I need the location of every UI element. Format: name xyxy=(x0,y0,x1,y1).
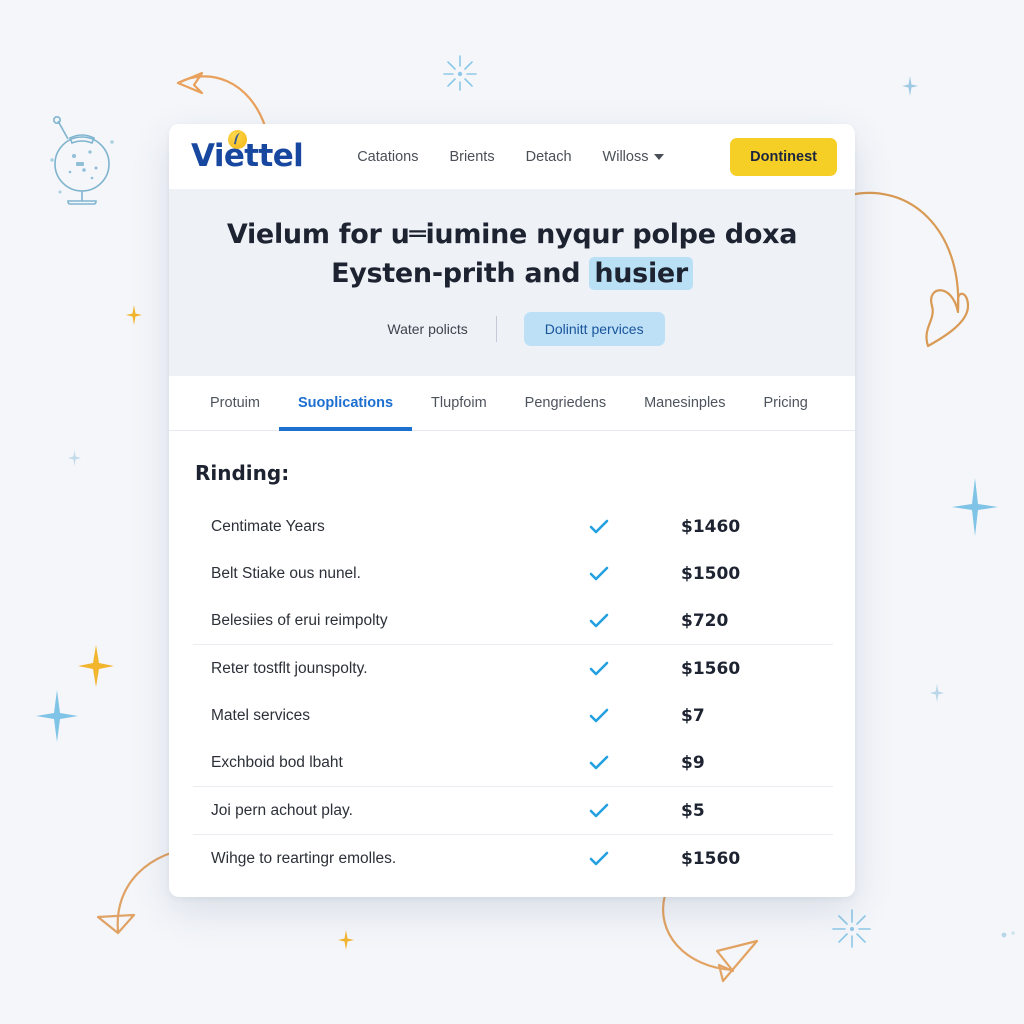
page-title-line-1: Vielum for u═iumine nyqur polpe doxa xyxy=(226,219,798,250)
nav-link-willoss[interactable]: Willoss xyxy=(603,149,665,165)
nav-link-catations[interactable]: Catations xyxy=(357,149,418,165)
globe-illustration xyxy=(50,116,114,205)
check-icon xyxy=(589,708,681,724)
tab-pengriedens[interactable]: Pengriedens xyxy=(506,376,625,431)
feature-group: Wihge to reartingr emolles. $1560 Neeves… xyxy=(193,834,833,897)
brand-name: Viettel xyxy=(191,138,304,174)
star-right-upper xyxy=(952,478,998,536)
chevron-down-icon xyxy=(654,153,665,160)
check-icon xyxy=(589,519,681,535)
row-price: $7 xyxy=(681,705,705,726)
tab-tlupfoim[interactable]: Tlupfoim xyxy=(412,376,506,431)
row-label: Exchboid bod lbaht xyxy=(211,753,343,771)
curved-arrow-top-left xyxy=(176,71,268,131)
row-label: Joi pern achout play. xyxy=(211,801,353,819)
check-icon xyxy=(589,755,681,771)
star-yellow-small-left xyxy=(126,305,142,325)
row-label: Belt Stiake ous nunel. xyxy=(211,564,361,582)
check-icon xyxy=(589,613,681,629)
star-small-top-right xyxy=(902,76,918,96)
table-row[interactable]: Matel services $7 xyxy=(193,692,833,739)
row-label: Centimate Years xyxy=(211,517,325,535)
hero-section: Vielum for u═iumine nyqur polpe doxa Eys… xyxy=(169,189,855,377)
row-price: $1460 xyxy=(681,516,741,537)
star-small-bottom-center xyxy=(338,930,354,950)
dot-right-lower xyxy=(1001,931,1015,938)
check-icon xyxy=(589,661,681,677)
nav-link-detach[interactable]: Detach xyxy=(526,149,572,165)
feature-group: Centimate Years $1460 Belt Stiake ous nu… xyxy=(193,503,833,644)
table-row[interactable]: Neevesttive Pheers $7300 xyxy=(193,882,833,897)
row-price: $5 xyxy=(681,800,705,821)
sparkle-burst-bottom-right xyxy=(832,909,871,948)
row-price: $1560 xyxy=(681,658,741,679)
row-price: $9 xyxy=(681,752,705,773)
tab-suoplications[interactable]: Suoplications xyxy=(278,376,413,432)
row-price: $720 xyxy=(681,610,729,631)
check-icon xyxy=(589,566,681,582)
feature-group: Reter tostflt jounspolty. $1560 Matel se… xyxy=(193,644,833,786)
nav-link-brients[interactable]: Brients xyxy=(449,149,494,165)
table-row[interactable]: Belt Stiake ous nunel. $1500 xyxy=(193,550,833,597)
row-label: Wihge to reartingr emolles. xyxy=(211,849,397,867)
table-row[interactable]: Exchboid bod lbaht $9 xyxy=(193,739,833,786)
tab-protuim[interactable]: Protuim xyxy=(191,376,279,431)
star-yellow-left xyxy=(78,645,114,687)
curved-arrow-right xyxy=(848,191,970,348)
row-label: Matel services xyxy=(211,706,311,724)
top-navigation-bar: Viettel Catations Brients Detach Willoss… xyxy=(169,124,855,189)
cta-button[interactable]: Dontinest xyxy=(730,137,837,176)
row-price: $7300 xyxy=(681,896,831,897)
check-icon xyxy=(589,803,681,819)
table-row[interactable]: Belesiies of erui reimpolty $720 xyxy=(193,597,833,644)
check-icon xyxy=(589,851,681,867)
table-row[interactable]: Centimate Years $1460 xyxy=(193,503,833,550)
table-row[interactable]: Wihge to reartingr emolles. $1560 xyxy=(193,835,833,882)
table-row[interactable]: Joi pern achout play. $5 xyxy=(193,787,833,834)
brand-logo[interactable]: Viettel xyxy=(191,130,304,174)
hero-divider xyxy=(495,316,497,343)
content-area: Rinding: Centimate Years $1460 Belt Stia… xyxy=(169,431,855,897)
page-title: Vielum for u═iumine nyqur polpe doxa Eys… xyxy=(209,215,815,293)
tab-bar: Protuim Suoplications Tlupfoim Pengriede… xyxy=(169,376,855,432)
nav-links: Catations Brients Detach Willoss xyxy=(357,149,716,165)
site-card: Viettel Catations Brients Detach Willoss… xyxy=(169,124,855,897)
section-title: Rinding: xyxy=(195,461,290,486)
tab-manesinples[interactable]: Manesinples xyxy=(625,376,744,431)
page-title-highlight: husier xyxy=(589,257,693,291)
hero-link-water-policts[interactable]: Water policts xyxy=(359,321,495,337)
curved-arrow-bottom-right xyxy=(662,893,759,983)
hero-pill-button[interactable]: Dolinitt pervices xyxy=(523,312,665,347)
row-price: $1500 xyxy=(681,563,741,584)
feature-group: Joi pern achout play. $5 xyxy=(193,786,833,834)
tab-pricing[interactable]: Pricing xyxy=(745,376,827,431)
sparkle-burst-top xyxy=(443,55,477,91)
row-price: $1560 xyxy=(681,848,741,869)
star-small-left-mid xyxy=(68,450,81,466)
table-row[interactable]: Reter tostflt jounspolty. $1560 xyxy=(193,645,833,692)
logo-mark-icon xyxy=(228,130,247,149)
star-left-lower xyxy=(36,690,78,742)
page-title-line-2-pre: Eysten-prith and xyxy=(331,258,590,290)
row-label: Belesiies of erui reimpolty xyxy=(211,611,388,629)
row-label: Reter tostflt jounspolty. xyxy=(211,659,368,677)
hero-actions: Water policts Dolinitt pervices xyxy=(209,312,815,347)
star-small-right-mid xyxy=(930,684,944,702)
nav-link-willoss-label: Willoss xyxy=(602,148,649,165)
